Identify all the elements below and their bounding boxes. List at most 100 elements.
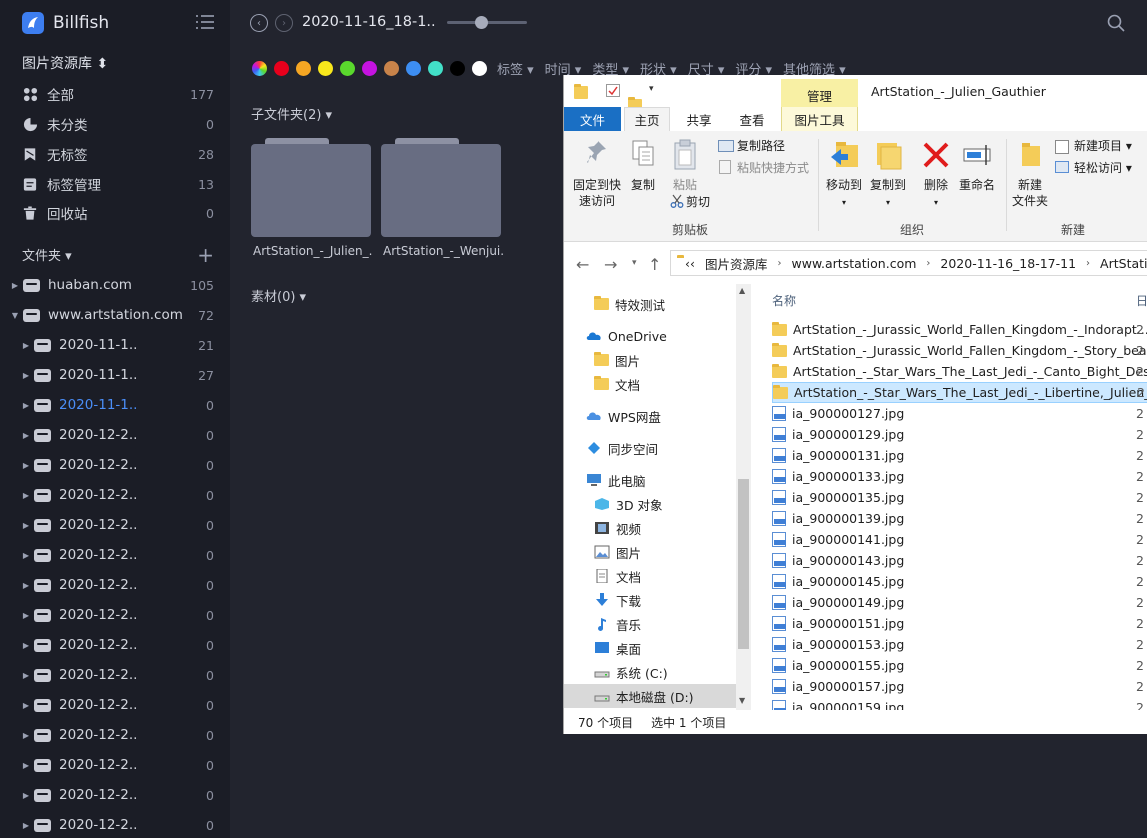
breadcrumb-item[interactable]: ArtStation_- [1100, 256, 1147, 271]
new-folder-button[interactable]: 新建 文件夹 [1010, 177, 1050, 209]
sidebar-nav-item[interactable]: 回收站 0 [22, 201, 214, 225]
pin-quick-access-button[interactable]: 固定到快 速访问 [568, 177, 626, 209]
expand-arrow-icon[interactable]: ▶ [22, 581, 30, 590]
nav-pane-item[interactable]: 系统 (C:) [564, 660, 739, 684]
nav-pane-item[interactable]: 此电脑 [564, 468, 739, 492]
back-arrow-icon[interactable]: ← [576, 255, 589, 274]
file-row[interactable]: ia_900000155.jpg 2 [772, 655, 1147, 676]
breadcrumb-item[interactable]: www.artstation.com [792, 256, 917, 271]
expand-arrow-icon[interactable]: ▶ [22, 431, 30, 440]
rename-button[interactable]: 重命名 [957, 177, 997, 193]
nav-pane-item[interactable]: 下载 [564, 588, 739, 612]
color-filter-dot[interactable] [318, 60, 333, 76]
nav-pane-scrollbar[interactable]: ▲ ▼ [736, 284, 751, 710]
copy-button[interactable]: 复制 [628, 177, 658, 193]
expand-arrow-icon[interactable]: ▶ [22, 641, 30, 650]
folder-tree-item[interactable]: ▶ 2020-12-2.. 0 [0, 483, 214, 507]
nav-pane-item[interactable]: 音乐 [564, 612, 739, 636]
color-filter-dot[interactable] [450, 60, 465, 76]
folder-tree-item[interactable]: ▶ 2020-11-1.. 21 [0, 333, 214, 357]
folder-tree-item[interactable]: ▶ 2020-12-2.. 0 [0, 513, 214, 537]
nav-pane-item[interactable]: 图片 [564, 540, 739, 564]
thumbnail-size-slider[interactable] [447, 16, 527, 29]
expand-arrow-icon[interactable]: ▶ [22, 701, 30, 710]
search-icon[interactable] [1107, 14, 1125, 32]
expand-arrow-icon[interactable]: ▶ [22, 761, 30, 770]
folder-tree-item[interactable]: ▶ 2020-12-2.. 0 [0, 723, 214, 747]
nav-pane-item[interactable]: 文档 [564, 564, 739, 588]
file-row[interactable]: ArtStation_-_Star_Wars_The_Last_Jedi_-_L… [772, 382, 1147, 403]
file-row[interactable]: ia_900000135.jpg 2 [772, 487, 1147, 508]
column-header-name[interactable]: 名称 [772, 292, 796, 309]
folder-tree-item[interactable]: ▶ 2020-12-2.. 0 [0, 753, 214, 777]
color-filter-dot[interactable] [472, 60, 487, 76]
folder-tree-item[interactable]: ▶ 2020-12-2.. 0 [0, 603, 214, 627]
sidebar-nav-item[interactable]: 标签管理 13 [22, 172, 214, 196]
tab-home[interactable]: 主页 [624, 107, 670, 131]
subfolder-card[interactable] [381, 138, 501, 238]
color-filter-dot[interactable] [362, 60, 377, 76]
up-arrow-icon[interactable]: ↑ [648, 255, 661, 274]
folder-tree-item[interactable]: ▶ 2020-12-2.. 0 [0, 423, 214, 447]
tab-view[interactable]: 查看 [729, 107, 775, 131]
expand-arrow-icon[interactable]: ▶ [22, 461, 30, 470]
color-wheel-filter[interactable] [252, 60, 267, 76]
scroll-up-icon[interactable]: ▲ [739, 286, 745, 295]
customize-toolbar-icon[interactable]: ▾ [649, 84, 663, 97]
folder-tree-item[interactable]: ▶ 2020-12-2.. 0 [0, 693, 214, 717]
folder-tree-item[interactable]: ▶ 2020-12-2.. 0 [0, 573, 214, 597]
address-bar[interactable]: ‹‹ 图片资源库 › www.artstation.com › 2020-11-16_18… [670, 250, 1147, 276]
file-row[interactable]: ia_900000139.jpg 2 [772, 508, 1147, 529]
folder-tree-item[interactable]: ▶ 2020-12-2.. 0 [0, 453, 214, 477]
slider-thumb[interactable] [475, 16, 489, 29]
folders-section-title[interactable]: 文件夹 ▾ + [22, 245, 214, 265]
nav-pane-item[interactable]: 特效测试 [564, 292, 739, 316]
color-filter-dot[interactable] [296, 60, 311, 76]
color-filter-dot[interactable] [406, 60, 421, 76]
cut-button[interactable]: 剪切 [686, 194, 710, 210]
file-row[interactable]: ArtStation_-_Jurassic_World_Fallen_Kingd… [772, 340, 1147, 361]
assets-title[interactable]: 素材(0) ▾ [251, 286, 306, 305]
expand-arrow-icon[interactable]: ▶ [22, 371, 30, 380]
subfolders-title[interactable]: 子文件夹(2) ▾ [251, 104, 332, 123]
expand-arrow-icon[interactable]: ▶ [11, 281, 19, 290]
copy-to-button[interactable]: 复制到 ▾ [866, 177, 910, 211]
file-row[interactable]: ia_900000127.jpg 2 [772, 403, 1147, 424]
manage-contextual-tab[interactable]: 管理 [781, 79, 858, 107]
expand-arrow-icon[interactable]: ▶ [22, 341, 30, 350]
tab-file[interactable]: 文件 [564, 107, 621, 131]
file-row[interactable]: ia_900000129.jpg 2 [772, 424, 1147, 445]
nav-pane-item[interactable]: 桌面 [564, 636, 739, 660]
back-button[interactable]: ‹ [250, 14, 268, 32]
color-filter-dot[interactable] [340, 60, 355, 76]
nav-pane-item[interactable]: 同步空间 [564, 436, 739, 460]
nav-pane-item[interactable]: WPS网盘 [564, 404, 739, 428]
easy-access-button[interactable]: 轻松访问 ▾ [1074, 160, 1132, 176]
sidebar-nav-item[interactable]: 无标签 28 [22, 142, 214, 166]
file-row[interactable]: ia_900000149.jpg 2 [772, 592, 1147, 613]
sidebar-nav-item[interactable]: 全部 177 [22, 82, 214, 106]
expand-arrow-icon[interactable]: ▶ [22, 611, 30, 620]
recent-locations-icon[interactable]: ▾ [632, 258, 637, 268]
file-row[interactable]: ia_900000151.jpg 2 [772, 613, 1147, 634]
properties-icon[interactable] [606, 84, 620, 97]
folder-tree-item[interactable]: ▶ 2020-12-2.. 0 [0, 663, 214, 687]
sidebar-nav-item[interactable]: 未分类 0 [22, 112, 214, 136]
list-menu-icon[interactable] [196, 14, 214, 30]
file-row[interactable]: ia_900000133.jpg 2 [772, 466, 1147, 487]
breadcrumb-chevron-icon[interactable]: › [778, 258, 782, 269]
nav-pane-item[interactable]: 图片 [564, 348, 739, 372]
color-filter-dot[interactable] [384, 60, 399, 76]
column-header-date[interactable]: 日 [1136, 292, 1147, 309]
expand-arrow-icon[interactable]: ▶ [22, 791, 30, 800]
scroll-down-icon[interactable]: ▼ [739, 696, 745, 705]
subfolder-card[interactable] [251, 138, 371, 238]
paste-button[interactable]: 粘贴 [668, 177, 702, 193]
scrollbar-thumb[interactable] [738, 479, 749, 649]
nav-pane-item[interactable]: 视频 [564, 516, 739, 540]
delete-button[interactable]: 删除 ▾ [918, 177, 954, 211]
folder-tree-item[interactable]: ▼ www.artstation.com 72 [0, 303, 214, 327]
file-row[interactable]: ia_900000141.jpg 2 [772, 529, 1147, 550]
expand-arrow-icon[interactable]: ▶ [22, 731, 30, 740]
nav-pane-item[interactable]: 本地磁盘 (D:) [564, 684, 739, 708]
